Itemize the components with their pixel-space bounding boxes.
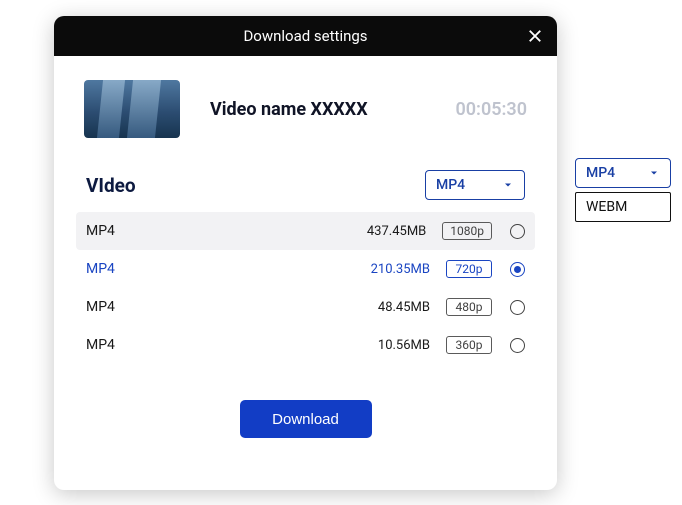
resolution-badge: 720p [446, 260, 492, 278]
radio-option[interactable] [510, 224, 525, 239]
video-header: Video name XXXXX 00:05:30 [54, 56, 557, 156]
download-button[interactable]: Download [240, 400, 372, 438]
cell-format: MP4 [86, 261, 166, 277]
cell-size: 48.45MB [166, 300, 446, 315]
chevron-down-icon [502, 179, 514, 191]
resolution-options: MP4 437.45MB 1080p MP4 210.35MB 720p MP4… [54, 212, 557, 364]
format-section-header: VIdeo MP4 [54, 156, 557, 212]
radio-option[interactable] [510, 338, 525, 353]
format-select-value: MP4 [586, 165, 615, 181]
table-row[interactable]: MP4 437.45MB 1080p [76, 212, 535, 250]
radio-option[interactable] [510, 300, 525, 315]
table-row[interactable]: MP4 48.45MB 480p [76, 288, 535, 326]
video-thumbnail [84, 80, 180, 138]
cell-format: MP4 [86, 299, 166, 315]
table-row[interactable]: MP4 10.56MB 360p [76, 326, 535, 364]
chevron-down-icon [648, 167, 660, 179]
radio-option[interactable] [510, 262, 525, 277]
cell-size: 437.45MB [166, 224, 442, 239]
video-name: Video name XXXXX [210, 99, 455, 120]
format-select-detached[interactable]: MP4 [575, 158, 671, 188]
format-dropdown-open: MP4 WEBM [575, 158, 671, 222]
dialog-titlebar: Download settings [54, 16, 557, 56]
format-select[interactable]: MP4 [425, 170, 525, 200]
close-icon [526, 27, 544, 45]
download-settings-dialog: Download settings Video name XXXXX 00:05… [54, 16, 557, 490]
table-row[interactable]: MP4 210.35MB 720p [76, 250, 535, 288]
cell-size: 10.56MB [166, 338, 446, 353]
resolution-badge: 360p [446, 336, 492, 354]
cell-format: MP4 [86, 223, 166, 239]
video-duration: 00:05:30 [455, 99, 527, 120]
resolution-badge: 480p [446, 298, 492, 316]
resolution-badge: 1080p [442, 222, 492, 240]
format-dropdown-item[interactable]: WEBM [576, 193, 670, 221]
cell-format: MP4 [86, 337, 166, 353]
section-label: VIdeo [86, 174, 136, 197]
close-button[interactable] [525, 26, 545, 46]
format-dropdown-list: WEBM [575, 192, 671, 222]
dialog-title: Download settings [243, 27, 367, 45]
cell-size: 210.35MB [166, 262, 446, 277]
format-select-value: MP4 [436, 177, 465, 193]
